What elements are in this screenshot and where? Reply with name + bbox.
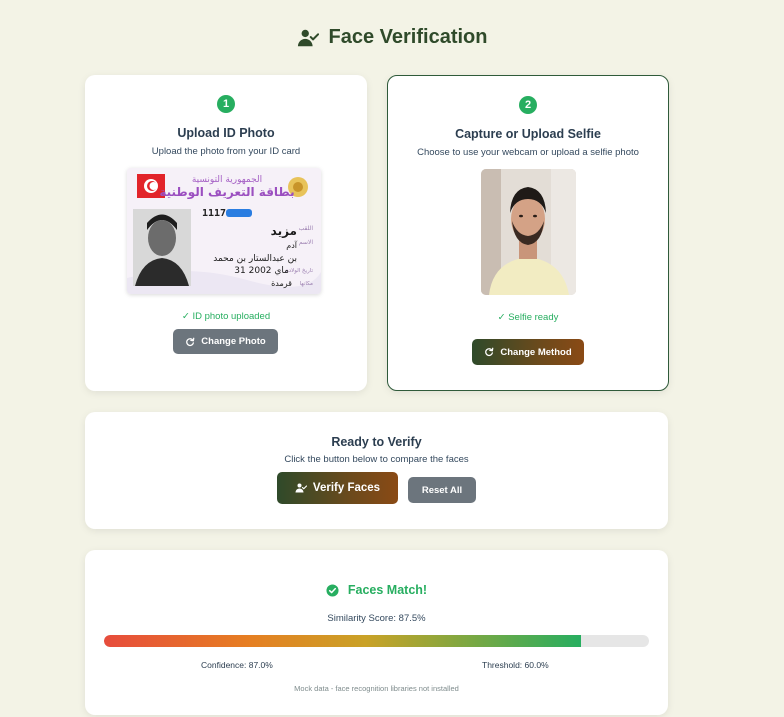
step-badge-1: 1 bbox=[217, 95, 235, 113]
confidence-text: Confidence: 87.0% bbox=[201, 660, 273, 670]
selfie-card: 2 Capture or Upload Selfie Choose to use… bbox=[387, 75, 669, 391]
mock-data-note: Mock data - face recognition libraries n… bbox=[294, 684, 459, 693]
id-header-line1: الجمهورية التونسية bbox=[192, 175, 262, 185]
verify-subtitle: Click the button below to compare the fa… bbox=[284, 454, 469, 465]
step-subtitle: Upload the photo from your ID card bbox=[151, 146, 301, 157]
page-header: Face Verification bbox=[0, 26, 784, 49]
id-card-photo: الجمهورية التونسية بطاقة التعريف الوطنية… bbox=[127, 168, 321, 294]
step-title: Capture or Upload Selfie bbox=[455, 127, 601, 141]
check-circle-icon bbox=[326, 583, 339, 597]
id-surname-label: اللقب bbox=[299, 225, 314, 232]
user-check-icon bbox=[295, 483, 307, 493]
id-card-image: الجمهورية التونسية بطاقة التعريف الوطنية… bbox=[127, 168, 321, 294]
face-verification-page: Face Verification 1 Upload ID Photo Uplo… bbox=[0, 0, 784, 717]
id-upload-status: ✓ ID photo uploaded bbox=[181, 311, 271, 322]
change-photo-label: Change Photo bbox=[201, 336, 266, 347]
change-method-label: Change Method bbox=[500, 346, 572, 358]
page-title: Face Verification bbox=[328, 26, 488, 48]
step-badge-2: 2 bbox=[519, 96, 537, 114]
similarity-score: Similarity Score: 87.5% bbox=[327, 613, 426, 624]
id-header-line2: بطاقة التعريف الوطنية bbox=[159, 185, 294, 200]
threshold-text: Threshold: 60.0% bbox=[482, 660, 549, 670]
id-name: آدم bbox=[286, 240, 298, 250]
selfie-image bbox=[481, 169, 576, 295]
upload-id-card: 1 Upload ID Photo Upload the photo from … bbox=[85, 75, 367, 391]
selfie-status: ✓ Selfie ready bbox=[497, 312, 559, 323]
id-pob-label: مكانها bbox=[300, 280, 313, 287]
id-surname: مزيد bbox=[271, 224, 297, 238]
refresh-icon bbox=[485, 347, 494, 357]
id-father: بن عبدالستار بن محمد bbox=[213, 254, 297, 264]
id-dob: 31 ماي 2002 bbox=[234, 266, 289, 276]
verify-title: Ready to Verify bbox=[331, 435, 422, 449]
refresh-icon bbox=[186, 337, 195, 346]
similarity-progress-bar bbox=[104, 635, 649, 647]
result-title-text: Faces Match! bbox=[347, 583, 428, 597]
step-title: Upload ID Photo bbox=[177, 126, 275, 140]
user-check-icon bbox=[297, 29, 319, 46]
step-subtitle: Choose to use your webcam or upload a se… bbox=[417, 147, 639, 158]
change-photo-button[interactable]: Change Photo bbox=[173, 329, 278, 354]
change-method-button[interactable]: Change Method bbox=[472, 339, 584, 365]
id-name-label: الاسم bbox=[299, 239, 313, 246]
result-card: Faces Match! Similarity Score: 87.5% Con… bbox=[85, 550, 668, 715]
reset-all-button[interactable]: Reset All bbox=[408, 477, 476, 503]
verify-card: Ready to Verify Click the button below t… bbox=[85, 412, 668, 529]
verify-faces-label: Verify Faces bbox=[312, 482, 381, 494]
similarity-progress-fill bbox=[104, 635, 581, 647]
id-number: 1117 bbox=[202, 208, 226, 219]
id-pob: قرمدة bbox=[271, 279, 292, 288]
verify-faces-button[interactable]: Verify Faces bbox=[277, 472, 398, 504]
selfie-photo bbox=[481, 169, 576, 295]
result-title: Faces Match! bbox=[85, 583, 668, 597]
id-dob-label: تاريخ الولادة bbox=[286, 268, 314, 274]
